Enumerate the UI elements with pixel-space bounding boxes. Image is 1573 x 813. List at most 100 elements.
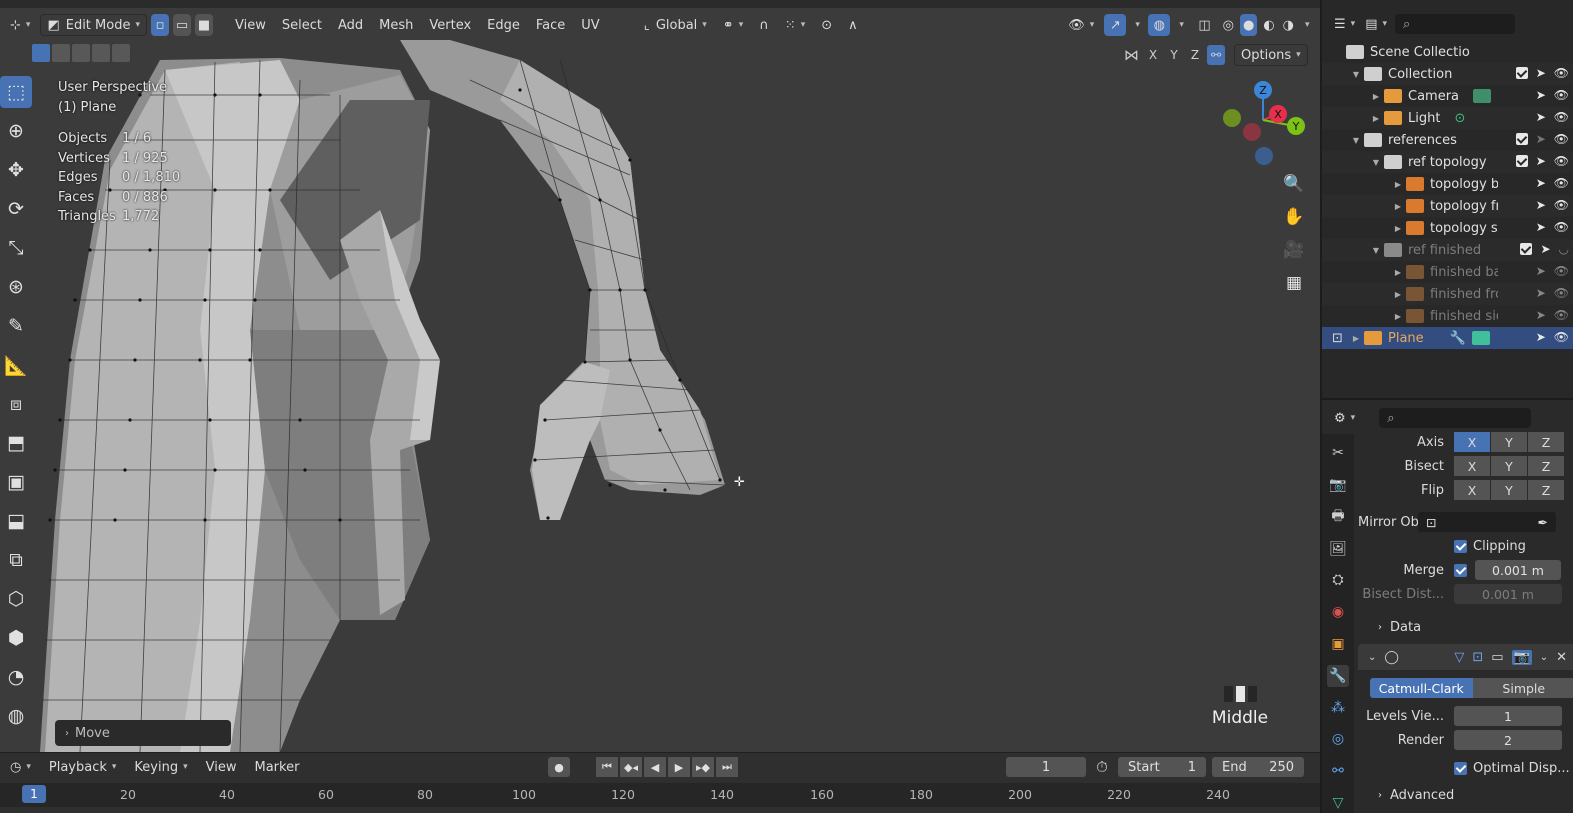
jump-start-button[interactable]: ⏮: [596, 757, 618, 777]
axis-x-toggle[interactable]: X: [1454, 432, 1490, 452]
menu-mesh[interactable]: Mesh: [373, 14, 419, 36]
catmull-clark-button[interactable]: Catmull-Clark: [1370, 678, 1473, 698]
menu-playback[interactable]: Playback ▾: [43, 756, 123, 778]
select-arrow-icon[interactable]: ➤: [1536, 198, 1546, 212]
prev-keyframe-button[interactable]: ◆◂: [620, 757, 642, 777]
menu-uv[interactable]: UV: [575, 14, 605, 36]
pivot-point-dropdown[interactable]: ⚭ ▾: [717, 14, 749, 36]
play-reverse-button[interactable]: ◀: [644, 757, 666, 777]
transform-tool[interactable]: ⊛: [0, 271, 32, 303]
camera-view-button[interactable]: 🎥: [1280, 236, 1308, 264]
merge-distance-field[interactable]: 0.001 m: [1475, 560, 1561, 580]
select-arrow-icon[interactable]: ➤: [1536, 330, 1546, 344]
proportional-edit-toggle[interactable]: ⊙: [815, 14, 838, 36]
outliner-editor-type[interactable]: ☰ ▾: [1332, 13, 1357, 35]
properties-search-input[interactable]: ⌕: [1379, 408, 1532, 428]
select-arrow-icon[interactable]: ➤: [1540, 242, 1550, 256]
tab-particles[interactable]: ⁂: [1327, 697, 1349, 719]
bevel-tool[interactable]: ⬓: [0, 505, 32, 537]
exclude-checkbox[interactable]: [1515, 155, 1528, 167]
face-select-mode-button[interactable]: ■: [195, 14, 213, 36]
outliner-row[interactable]: ▶ finished sid ➤ 👁: [1322, 305, 1573, 327]
outliner-row[interactable]: Scene Collection: [1322, 41, 1573, 63]
start-frame-field[interactable]: Start 1: [1118, 757, 1206, 777]
eye-icon[interactable]: 👁: [1554, 88, 1569, 102]
bisect-x-toggle[interactable]: X: [1454, 456, 1490, 476]
edge-select-mode-button[interactable]: ▭: [173, 14, 191, 36]
mesh-geometry[interactable]: [0, 0, 1320, 752]
jump-end-button[interactable]: ⏭: [716, 757, 738, 777]
eye-icon[interactable]: 👁: [1554, 66, 1569, 80]
tab-tool[interactable]: ✂: [1327, 442, 1349, 464]
close-icon[interactable]: ✕: [1556, 650, 1567, 665]
menu-face[interactable]: Face: [530, 14, 571, 36]
loop-cut-tool[interactable]: ⧉: [0, 544, 32, 576]
mode-dropdown[interactable]: ◩ Edit Mode ▾: [40, 14, 147, 36]
select-invert-button[interactable]: [92, 44, 110, 62]
outliner-row[interactable]: ▶ topology fro ➤ 👁: [1322, 195, 1573, 217]
eye-icon[interactable]: 👁: [1554, 308, 1569, 322]
rotate-tool[interactable]: ⟳: [0, 193, 32, 225]
outliner-row-selected[interactable]: ⊡ ▶ Plane 🔧 ➤ 👁: [1322, 327, 1573, 349]
gizmo-dropdown[interactable]: ▾: [1130, 14, 1144, 36]
shading-solid-button[interactable]: ●: [1239, 14, 1258, 36]
tab-modifiers[interactable]: 🔧: [1327, 664, 1349, 687]
tab-render[interactable]: 📷: [1327, 474, 1349, 496]
mirror-object-field[interactable]: ⊡ ✒: [1418, 512, 1556, 532]
eye-icon[interactable]: 👁: [1554, 176, 1569, 190]
exclude-checkbox[interactable]: [1520, 243, 1533, 255]
exclude-checkbox[interactable]: [1515, 67, 1528, 79]
menu-marker[interactable]: Marker: [248, 756, 305, 778]
end-frame-field[interactable]: End 250: [1212, 757, 1304, 777]
outliner-row[interactable]: ▶ finished ba ➤ 👁: [1322, 261, 1573, 283]
options-dropdown[interactable]: Options ▾: [1234, 44, 1308, 66]
outliner-row[interactable]: ▼ Collection ➤ 👁: [1322, 63, 1573, 85]
vertex-select-mode-button[interactable]: ▫: [151, 14, 169, 36]
levels-viewport-field[interactable]: 1: [1454, 706, 1562, 726]
menu-select[interactable]: Select: [276, 14, 328, 36]
outliner-row[interactable]: ▶ Light ⊙ ➤ 👁: [1322, 107, 1573, 129]
tab-world[interactable]: ◉: [1327, 601, 1349, 623]
properties-editor-type[interactable]: ⚙ ▾: [1332, 407, 1357, 429]
tab-physics[interactable]: ◎: [1327, 729, 1349, 751]
display-mode-dropdown[interactable]: ▤ ▾: [1363, 13, 1389, 35]
outliner-row[interactable]: ▶ topology sid ➤ 👁: [1322, 217, 1573, 239]
falloff-dropdown[interactable]: ∧: [842, 14, 864, 36]
tab-scene[interactable]: ⛭: [1327, 569, 1349, 591]
next-keyframe-button[interactable]: ▸◆: [692, 757, 714, 777]
select-arrow-icon[interactable]: ➤: [1536, 88, 1546, 102]
playhead[interactable]: 1: [22, 785, 46, 803]
auto-merge-toggle[interactable]: ⚯: [1207, 45, 1225, 65]
auto-keying-button[interactable]: ●: [548, 757, 570, 777]
flip-z-toggle[interactable]: Z: [1528, 480, 1564, 500]
select-arrow-icon[interactable]: ➤: [1536, 264, 1546, 278]
chevron-down-icon[interactable]: ⌄: [1540, 652, 1548, 663]
gizmo-toggle[interactable]: ↗: [1104, 14, 1127, 36]
render-levels-field[interactable]: 2: [1454, 730, 1562, 750]
eye-icon[interactable]: 👁: [1554, 286, 1569, 300]
flip-x-toggle[interactable]: X: [1454, 480, 1490, 500]
bisect-distance-field[interactable]: 0.001 m: [1454, 584, 1562, 604]
mirror-y-toggle[interactable]: Y: [1165, 45, 1183, 65]
viewport-display-icon[interactable]: ▭: [1491, 650, 1503, 665]
flip-y-toggle[interactable]: Y: [1491, 480, 1527, 500]
outliner-search-input[interactable]: ⌕: [1395, 14, 1516, 34]
extrude-tool[interactable]: ⬒: [0, 427, 32, 459]
shading-rendered-button[interactable]: ◑: [1281, 14, 1296, 36]
outliner-row[interactable]: ▼ references ➤ 👁: [1322, 129, 1573, 151]
merge-checkbox[interactable]: [1454, 563, 1467, 577]
shading-dropdown[interactable]: ▾: [1300, 14, 1314, 36]
transform-orientation-dropdown[interactable]: ⌞ Global ▾: [638, 14, 713, 36]
spin-tool[interactable]: ◔: [0, 661, 32, 693]
visibility-dropdown[interactable]: 👁 ▾: [1062, 14, 1100, 36]
navigation-gizmo[interactable]: Z X Y: [1218, 78, 1308, 168]
knife-tool[interactable]: ⬡: [0, 583, 32, 615]
scale-tool[interactable]: ⤡: [0, 232, 32, 264]
select-arrow-icon[interactable]: ➤: [1536, 154, 1546, 168]
advanced-subpanel-header[interactable]: › Advanced: [1358, 782, 1573, 808]
menu-add[interactable]: Add: [332, 14, 369, 36]
exclude-checkbox[interactable]: [1515, 133, 1528, 145]
eye-icon[interactable]: 👁: [1554, 264, 1569, 278]
snap-target-dropdown[interactable]: ⁙ ▾: [779, 14, 811, 36]
optimal-display-checkbox[interactable]: Optimal Disp...: [1454, 761, 1570, 776]
